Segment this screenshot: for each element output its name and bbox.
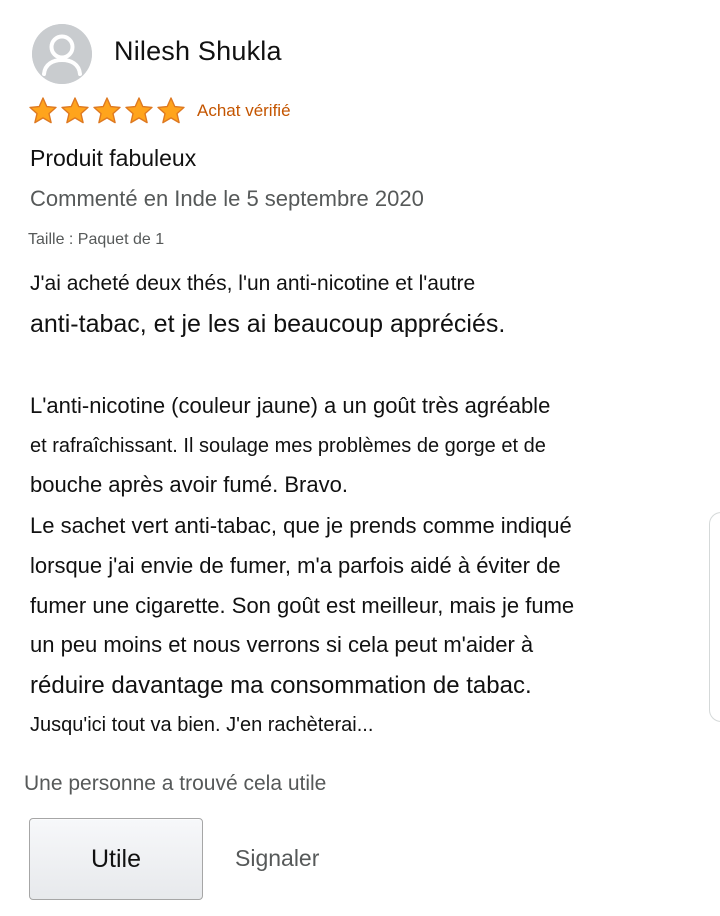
review-body-line: et rafraîchissant. Il soulage mes problè… xyxy=(30,435,546,457)
review-body-line: Jusqu'ici tout va bien. J'en rachèterai.… xyxy=(30,714,374,736)
star-icon xyxy=(28,96,58,126)
review-body-line: L'anti-nicotine (couleur jaune) a un goû… xyxy=(30,393,551,418)
review-body-line: fumer une cigarette. Son goût est meille… xyxy=(30,593,575,618)
review-date: Commenté en Inde le 5 septembre 2020 xyxy=(30,186,424,211)
report-link[interactable]: Signaler xyxy=(235,845,319,872)
star-icon xyxy=(60,96,90,126)
review-body-line: réduire davantage ma consommation de tab… xyxy=(30,672,532,699)
product-variant[interactable]: Taille : Paquet de 1 xyxy=(28,231,164,249)
verified-purchase-badge: Achat vérifié xyxy=(197,101,291,120)
review-body-line: Le sachet vert anti-tabac, que je prends… xyxy=(30,513,572,538)
reviewer-avatar xyxy=(32,24,92,84)
user-silhouette-icon xyxy=(32,24,92,84)
helpful-button[interactable]: Utile xyxy=(29,818,203,900)
review-body-line: bouche après avoir fumé. Bravo. xyxy=(30,472,348,497)
helpful-count: Une personne a trouvé cela utile xyxy=(24,772,327,795)
star-icon xyxy=(156,96,186,126)
review-body-line: J'ai acheté deux thés, l'un anti-nicotin… xyxy=(30,272,476,295)
star-icon xyxy=(124,96,154,126)
review-body-line: lorsque j'ai envie de fumer, m'a parfois… xyxy=(30,553,561,578)
review-title[interactable]: Produit fabuleux xyxy=(30,145,196,172)
star-icon xyxy=(92,96,122,126)
side-panel-handle[interactable] xyxy=(709,512,720,722)
star-rating xyxy=(28,96,186,126)
reviewer-name: Nilesh Shukla xyxy=(114,36,282,66)
review-body-line: anti-tabac, et je les ai beaucoup appréc… xyxy=(30,310,506,338)
review-body-line: un peu moins et nous verrons si cela peu… xyxy=(30,632,534,657)
